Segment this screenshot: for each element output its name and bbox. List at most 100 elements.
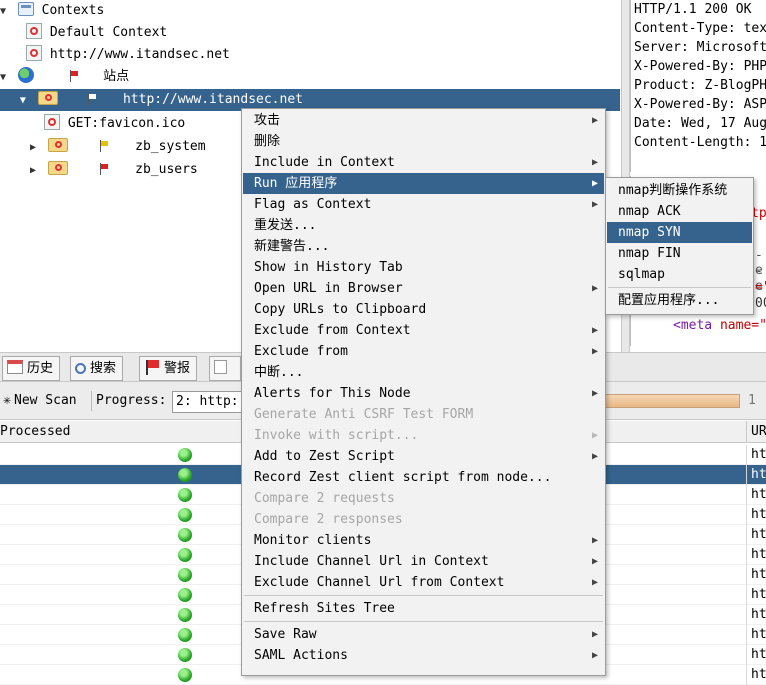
- menu-item-label: Exclude Channel Url from Context: [254, 575, 505, 590]
- tree-node-context-url[interactable]: http://www.itandsec.net: [26, 44, 230, 66]
- tree-node-label: Default Context: [49, 25, 168, 40]
- context-menu-item[interactable]: Flag as Context ▶: [243, 194, 604, 215]
- response-header-panel: HTTP/1.1 200 OK Content-Type: tex Server…: [630, 0, 766, 172]
- response-header-line: Product: Z-BlogPH: [634, 78, 766, 93]
- tree-node-zb-system[interactable]: ▶ zb_system: [30, 136, 206, 158]
- submenu-item[interactable]: nmap判断操作系统: [607, 180, 752, 201]
- flag-icon: [87, 93, 97, 105]
- tab-label: 警报: [164, 361, 191, 376]
- tree-node-label: zb_system: [135, 139, 206, 154]
- red-flag-icon: [99, 163, 109, 175]
- context-menu-item[interactable]: Show in History Tab: [243, 257, 604, 278]
- submenu-item[interactable]: nmap ACK: [607, 201, 752, 222]
- expand-down-icon[interactable]: ▼: [20, 90, 30, 112]
- submenu-arrow-icon: ▶: [591, 325, 598, 336]
- context-menu-item[interactable]: 攻击 ▶: [243, 110, 604, 131]
- tab-search[interactable]: 搜索: [70, 356, 124, 381]
- menu-item-label: Monitor clients: [254, 533, 372, 548]
- submenu-arrow-icon: ▶: [591, 430, 598, 441]
- status-ok-icon: [178, 568, 192, 582]
- submenu-arrow-icon: ▶: [591, 629, 598, 640]
- status-ok-icon: [178, 608, 192, 622]
- red-flag-icon: [69, 70, 79, 82]
- menu-item-label: Invoke with script...: [254, 428, 419, 443]
- context-menu-item[interactable]: Exclude from ▶: [243, 341, 604, 362]
- context-menu-item[interactable]: Run 应用程序 ▶: [243, 173, 604, 194]
- response-header-line: Date: Wed, 17 Aug: [634, 116, 766, 131]
- tree-node-label: 站点: [103, 69, 130, 84]
- run-application-submenu: nmap判断操作系统 nmap ACK nmap SYN nmap FIN sqlmap…: [605, 177, 754, 315]
- submenu-item[interactable]: 配置应用程序...: [607, 290, 752, 311]
- tree-node-sites[interactable]: ▼ 站点: [0, 66, 129, 88]
- context-target-icon: [26, 23, 42, 39]
- response-header-line: X-Powered-By: ASP: [634, 97, 766, 112]
- tree-node-label: http://www.itandsec.net: [49, 47, 230, 62]
- expand-down-icon[interactable]: ▼: [0, 1, 10, 23]
- context-menu-item[interactable]: 中断...: [243, 362, 604, 383]
- status-ok-icon: [178, 508, 192, 522]
- tree-node-favicon[interactable]: GET:favicon.ico: [44, 113, 185, 135]
- meta-tag: <meta: [673, 318, 713, 333]
- menu-item-label: Include Channel Url in Context: [254, 554, 489, 569]
- tab-output[interactable]: [209, 356, 241, 381]
- expand-right-icon[interactable]: ▶: [30, 137, 40, 159]
- status-ok-icon: [178, 648, 192, 662]
- response-header-line: Content-Length: 1: [634, 135, 766, 150]
- new-scan-button[interactable]: ✳ New Scan: [0, 393, 77, 408]
- expand-down-icon[interactable]: ▼: [0, 67, 10, 89]
- context-menu-item[interactable]: Copy URLs to Clipboard: [243, 299, 604, 320]
- context-menu-item[interactable]: Exclude from Context ▶: [243, 320, 604, 341]
- table-cell-url: ht: [746, 445, 766, 465]
- response-header-line: Server: Microsoft: [634, 40, 766, 55]
- context-menu-item[interactable]: Add to Zest Script ▶: [243, 446, 604, 467]
- body-fragment: 000: [755, 296, 766, 311]
- submenu-arrow-icon: ▶: [591, 650, 598, 661]
- menu-item-label: 新建警告...: [254, 239, 330, 254]
- tree-node-label: zb_users: [135, 162, 198, 177]
- context-menu-item[interactable]: Monitor clients ▶: [243, 530, 604, 551]
- column-header-processed[interactable]: Processed: [0, 421, 70, 443]
- context-menu-item[interactable]: Alerts for This Node ▶: [243, 383, 604, 404]
- table-cell-url: ht: [746, 645, 766, 665]
- submenu-item[interactable]: sqlmap: [607, 264, 752, 285]
- menu-item-label: 删除: [254, 134, 281, 149]
- status-ok-icon: [178, 468, 192, 482]
- body-fragment: =": [755, 280, 766, 295]
- submenu-arrow-icon: ▶: [591, 157, 598, 168]
- tree-node-zb-users[interactable]: ▶ zb_users: [30, 159, 198, 181]
- context-menu-item[interactable]: Record Zest client script from node...: [243, 467, 604, 488]
- tab-history[interactable]: 历史: [2, 356, 61, 381]
- context-menu-item[interactable]: Include in Context ▶: [243, 152, 604, 173]
- tab-alerts[interactable]: 警报: [139, 356, 198, 381]
- menu-separator: [244, 621, 603, 622]
- search-icon: [75, 363, 86, 374]
- tree-node-contexts[interactable]: ▼ Contexts: [0, 0, 104, 22]
- tree-node-default-context[interactable]: Default Context: [26, 22, 167, 44]
- context-menu-item[interactable]: 新建警告...: [243, 236, 604, 257]
- submenu-arrow-icon: ▶: [591, 283, 598, 294]
- table-cell-url: ht: [746, 485, 766, 505]
- context-menu-item[interactable]: SAML Actions ▶: [243, 645, 604, 666]
- table-cell-url: ht: [746, 565, 766, 585]
- request-target-icon: [44, 114, 60, 130]
- menu-item-label: Flag as Context: [254, 197, 372, 212]
- context-menu-item[interactable]: Open URL in Browser ▶: [243, 278, 604, 299]
- context-menu-item[interactable]: Refresh Sites Tree: [243, 598, 604, 619]
- scan-select-dropdown[interactable]: 2: http:: [172, 391, 252, 413]
- context-menu-item[interactable]: Save Raw ▶: [243, 624, 604, 645]
- table-cell-url: ht: [746, 585, 766, 605]
- menu-separator: [608, 287, 751, 288]
- menu-item-label: 攻击: [254, 113, 281, 128]
- menu-item-label: Record Zest client script from node...: [254, 470, 552, 485]
- context-menu-item[interactable]: 重发送...: [243, 215, 604, 236]
- new-scan-label: New Scan: [14, 393, 77, 408]
- context-menu-item[interactable]: Exclude Channel Url from Context ▶: [243, 572, 604, 593]
- context-menu-item[interactable]: 删除: [243, 131, 604, 152]
- expand-right-icon[interactable]: ▶: [30, 160, 40, 182]
- column-header-url[interactable]: UR: [746, 421, 766, 443]
- tree-node-label: GET:favicon.ico: [67, 116, 186, 131]
- context-menu-item[interactable]: Include Channel Url in Context ▶: [243, 551, 604, 572]
- submenu-item[interactable]: nmap SYN: [607, 222, 752, 243]
- table-cell-url: ht: [746, 525, 766, 545]
- submenu-item[interactable]: nmap FIN: [607, 243, 752, 264]
